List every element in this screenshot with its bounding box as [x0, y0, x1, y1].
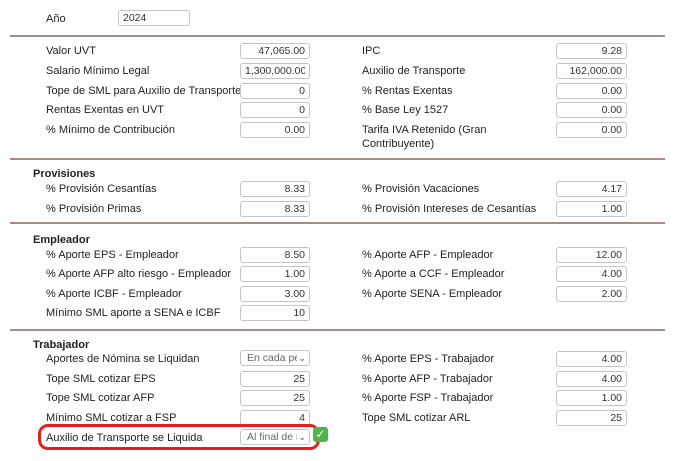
divider — [10, 222, 665, 224]
base-ley-1527-input[interactable] — [556, 102, 627, 118]
label-provision-cesantias: % Provisión Cesantías — [46, 183, 157, 195]
label-aporte-ccf: % Aporte a CCF - Empleador — [362, 268, 505, 280]
chevron-down-icon: ⌄ — [298, 353, 306, 363]
aportes-nomina-select[interactable]: En cada período ⌄ — [240, 350, 310, 366]
label-aporte-afp-alto-riesgo: % Aporte AFP alto riesgo - Empleador — [46, 268, 232, 280]
label-minimo-sml-fsp: Mínimo SML cotizar a FSP — [46, 412, 177, 424]
label-aportes-nomina: Aportes de Nómina se Liquidan — [46, 353, 200, 365]
label-provision-vacaciones: % Provisión Vacaciones — [362, 183, 480, 195]
label-tope-sml-arl: Tope SML cotizar ARL — [362, 412, 471, 424]
check-mark-icon: ✓ — [313, 427, 328, 442]
label-tarifa-iva-line2: Contribuyente) — [362, 138, 435, 150]
label-rentas-exentas-uvt: Rentas Exentas en UVT — [46, 104, 165, 116]
label-salario-minimo: Salario Mínimo Legal — [46, 65, 150, 77]
provision-intereses-input[interactable] — [556, 201, 627, 217]
divider — [10, 329, 665, 331]
label-auxilio-transporte: Auxilio de Transporte — [362, 65, 466, 77]
label-valor-uvt: Valor UVT — [46, 45, 96, 57]
label-aporte-icbf: % Aporte ICBF - Empleador — [46, 288, 182, 300]
aporte-eps-empleador-input[interactable] — [240, 247, 310, 263]
chevron-down-icon: ⌄ — [298, 432, 306, 442]
rentas-exentas-uvt-input[interactable] — [240, 102, 310, 118]
label-aporte-fsp-trabajador: % Aporte FSP - Trabajador — [362, 392, 494, 404]
auxilio-transporte-liquida-select[interactable]: Al final de mes ⌄ — [240, 429, 310, 445]
label-tope-sml-auxilio: Tope de SML para Auxilio de Transporte — [46, 85, 242, 97]
aporte-afp-empleador-input[interactable] — [556, 247, 627, 263]
label-ipc: IPC — [362, 45, 381, 57]
label-tope-sml-afp: Tope SML cotizar AFP — [46, 392, 155, 404]
divider — [10, 158, 665, 160]
label-tarifa-iva: Tarifa IVA Retenido (Gran — [362, 124, 487, 136]
label-tope-sml-eps: Tope SML cotizar EPS — [46, 373, 156, 385]
section-title-empleador: Empleador — [33, 234, 90, 246]
salario-minimo-input[interactable] — [240, 63, 310, 79]
valor-uvt-input[interactable] — [240, 43, 310, 59]
tope-sml-arl-input[interactable] — [556, 410, 627, 426]
label-aporte-sena: % Aporte SENA - Empleador — [362, 288, 503, 300]
label-minimo-sml-sena-icbf: Mínimo SML aporte a SENA e ICBF — [46, 307, 221, 319]
ipc-input[interactable] — [556, 43, 627, 59]
aporte-eps-trabajador-input[interactable] — [556, 351, 627, 367]
label-provision-intereses: % Provisión Intereses de Cesantías — [362, 203, 537, 215]
auxilio-transporte-input[interactable] — [556, 63, 627, 79]
provision-vacaciones-input[interactable] — [556, 181, 627, 197]
provision-cesantias-input[interactable] — [240, 181, 310, 197]
label-auxilio-transporte-liquida: Auxilio de Transporte se Liquida — [46, 432, 203, 444]
minimo-contribucion-input[interactable] — [240, 122, 310, 138]
tope-sml-afp-input[interactable] — [240, 390, 310, 406]
aporte-sena-input[interactable] — [556, 286, 627, 302]
label-aporte-eps-empleador: % Aporte EPS - Empleador — [46, 249, 179, 261]
label-rentas-exentas: % Rentas Exentas — [362, 85, 453, 97]
year-input[interactable] — [118, 10, 190, 26]
rentas-exentas-input[interactable] — [556, 83, 627, 99]
aporte-afp-alto-riesgo-input[interactable] — [240, 266, 310, 282]
section-title-provisiones: Provisiones — [33, 168, 96, 180]
aporte-fsp-trabajador-input[interactable] — [556, 390, 627, 406]
aporte-afp-trabajador-input[interactable] — [556, 371, 627, 387]
tope-sml-eps-input[interactable] — [240, 371, 310, 387]
label-base-ley-1527: % Base Ley 1527 — [362, 104, 449, 116]
divider — [10, 35, 665, 37]
minimo-sml-sena-icbf-input[interactable] — [240, 305, 310, 321]
aportes-nomina-select-value: En cada período — [247, 352, 297, 364]
provision-primas-input[interactable] — [240, 201, 310, 217]
label-provision-primas: % Provisión Primas — [46, 203, 142, 215]
section-title-trabajador: Trabajador — [33, 339, 90, 351]
label-aporte-afp-trabajador: % Aporte AFP - Trabajador — [362, 373, 493, 385]
aporte-icbf-input[interactable] — [240, 286, 310, 302]
aporte-ccf-input[interactable] — [556, 266, 627, 282]
label-aporte-eps-trabajador: % Aporte EPS - Trabajador — [362, 353, 495, 365]
tope-sml-auxilio-input[interactable] — [240, 83, 310, 99]
auxilio-transporte-liquida-select-value: Al final de mes — [247, 431, 297, 443]
year-label: Año — [46, 13, 66, 25]
tarifa-iva-input[interactable] — [556, 122, 627, 138]
label-minimo-contribucion: % Mínimo de Contribución — [46, 124, 176, 136]
label-aporte-afp-empleador: % Aporte AFP - Empleador — [362, 249, 494, 261]
